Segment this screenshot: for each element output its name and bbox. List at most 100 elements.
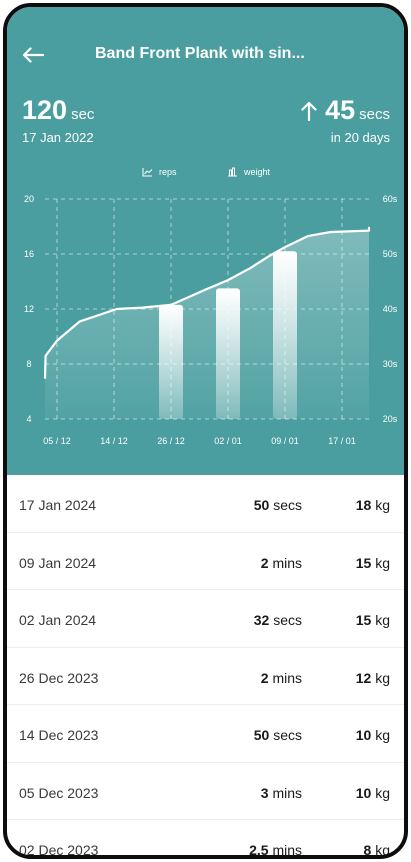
y-tick-label-left: 4	[26, 414, 31, 424]
current-date: 17 Jan 2022	[22, 130, 94, 145]
history-row[interactable]: 02 Jan 2024 32 secs 15 kg	[7, 590, 404, 648]
history-list: 17 Jan 2024 50 secs 18 kg 09 Jan 2024 2 mins…	[7, 475, 404, 858]
entry-weight-value: 10	[355, 784, 372, 801]
entry-duration-value: 32	[253, 612, 270, 628]
entry-duration-unit: secs	[273, 612, 302, 628]
current-unit: sec	[71, 106, 95, 123]
history-row[interactable]: 02 Dec 2023 2.5 mins 8 kg	[7, 820, 404, 858]
x-tick-label: 26 / 12	[157, 436, 185, 446]
weight-bar	[273, 251, 297, 419]
entry-date: 05 Dec 2023	[19, 784, 99, 801]
entry-duration: 50 secs	[254, 727, 302, 743]
entry-duration: 3 mins	[261, 785, 302, 801]
entry-duration: 32 secs	[254, 612, 302, 628]
entry-date: 09 Jan 2024	[19, 554, 97, 571]
weight-bar	[159, 304, 183, 419]
entry-duration: 2.5 mins	[249, 842, 302, 858]
entry-weight-unit: kg	[375, 669, 390, 686]
entry-weight-value: 12	[355, 669, 372, 686]
entry-duration-unit: secs	[273, 727, 302, 743]
entry-weight: 8 kg	[363, 842, 390, 858]
entry-weight: 15 kg	[356, 555, 390, 571]
history-row[interactable]: 05 Dec 2023 3 mins 10 kg	[7, 763, 404, 820]
entry-duration-unit: mins	[272, 784, 302, 801]
back-button[interactable]	[17, 39, 49, 71]
entry-duration-value: 50	[253, 497, 270, 513]
entry-weight-unit: kg	[375, 612, 390, 628]
entry-weight-value: 15	[355, 612, 372, 628]
weight-bar	[216, 288, 240, 419]
entry-weight-unit: kg	[375, 727, 390, 743]
entry-date: 17 Jan 2024	[19, 497, 97, 513]
entry-date: 26 Dec 2023	[19, 669, 99, 686]
entry-duration-unit: mins	[272, 842, 302, 858]
phone-frame: Band Front Plank with sin... 120 sec 17 J…	[3, 3, 408, 859]
entry-weight-value: 18	[355, 497, 372, 513]
legend-weight[interactable]: weight	[227, 167, 270, 177]
current-value: 120	[22, 95, 68, 125]
back-arrow-icon	[22, 47, 44, 63]
reps-area	[45, 227, 369, 419]
change-value: 45	[325, 95, 356, 125]
legend-reps[interactable]: reps	[142, 167, 177, 177]
entry-weight-value: 8	[363, 842, 372, 858]
bar-chart-icon	[228, 167, 237, 177]
change-stat: 45 secs in 20 days	[301, 95, 390, 145]
legend-weight-label: weight	[244, 167, 271, 177]
y-tick-label-left: 20	[24, 194, 34, 204]
entry-weight-unit: kg	[375, 784, 390, 801]
y-tick-label-right: 60s	[383, 194, 398, 204]
entry-weight: 10 kg	[356, 785, 390, 801]
entry-duration-value: 2.5	[249, 842, 269, 858]
entry-duration-value: 3	[260, 784, 269, 801]
entry-duration: 2 mins	[261, 670, 302, 686]
y-tick-label-left: 16	[24, 249, 34, 259]
entry-duration-value: 2	[260, 554, 269, 571]
entry-weight-unit: kg	[375, 497, 390, 513]
entry-weight: 10 kg	[356, 727, 390, 743]
entry-duration-unit: secs	[273, 497, 302, 513]
entry-weight-unit: kg	[375, 842, 390, 858]
entry-date: 02 Dec 2023	[19, 842, 99, 858]
summary-header: Band Front Plank with sin... 120 sec 17 J…	[7, 7, 404, 475]
entry-duration: 50 secs	[254, 497, 302, 513]
entry-duration-value: 50	[253, 727, 270, 743]
change-unit: secs	[359, 106, 390, 123]
history-row[interactable]: 09 Jan 2024 2 mins 15 kg	[7, 533, 404, 590]
x-tick-label: 09 / 01	[271, 436, 299, 446]
top-bar: Band Front Plank with sin...	[7, 37, 404, 73]
y-tick-label-right: 20s	[383, 414, 398, 424]
arrow-up-icon	[301, 101, 317, 121]
entry-weight-value: 15	[355, 554, 372, 571]
history-row[interactable]: 17 Jan 2024 50 secs 18 kg	[7, 475, 404, 533]
entry-duration-unit: mins	[272, 669, 302, 686]
entry-weight: 12 kg	[356, 670, 390, 686]
y-tick-label-right: 40s	[383, 304, 398, 314]
y-tick-label-right: 50s	[383, 249, 398, 259]
legend-reps-label: reps	[159, 167, 177, 177]
history-row[interactable]: 14 Dec 2023 50 secs 10 kg	[7, 705, 404, 763]
x-tick-label: 17 / 01	[328, 436, 356, 446]
change-period: in 20 days	[330, 130, 390, 145]
page-title: Band Front Plank with sin...	[95, 45, 305, 62]
y-tick-label-left: 8	[26, 359, 31, 369]
entry-weight-value: 10	[355, 727, 372, 743]
entry-duration: 2 mins	[261, 555, 302, 571]
line-chart-icon	[142, 168, 153, 177]
entry-weight: 18 kg	[356, 497, 390, 513]
progress-chart: 20 16 12 8 4 60s 50s 40s 30s 20s 05 / 12 14 / 12 26 …	[24, 194, 398, 446]
entry-weight: 15 kg	[356, 612, 390, 628]
current-stat: 120 sec 17 Jan 2022	[22, 95, 94, 145]
x-tick-label: 02 / 01	[214, 436, 242, 446]
chart-legend: reps weight	[7, 167, 404, 183]
x-tick-label: 14 / 12	[100, 436, 128, 446]
entry-date: 14 Dec 2023	[19, 727, 99, 743]
y-tick-label-left: 12	[24, 304, 34, 314]
entry-duration-unit: mins	[272, 554, 302, 571]
entry-weight-unit: kg	[375, 554, 390, 571]
entry-date: 02 Jan 2024	[19, 612, 97, 628]
y-tick-label-right: 30s	[383, 359, 398, 369]
x-tick-label: 05 / 12	[43, 436, 71, 446]
history-row[interactable]: 26 Dec 2023 2 mins 12 kg	[7, 648, 404, 705]
entry-duration-value: 2	[260, 669, 269, 686]
